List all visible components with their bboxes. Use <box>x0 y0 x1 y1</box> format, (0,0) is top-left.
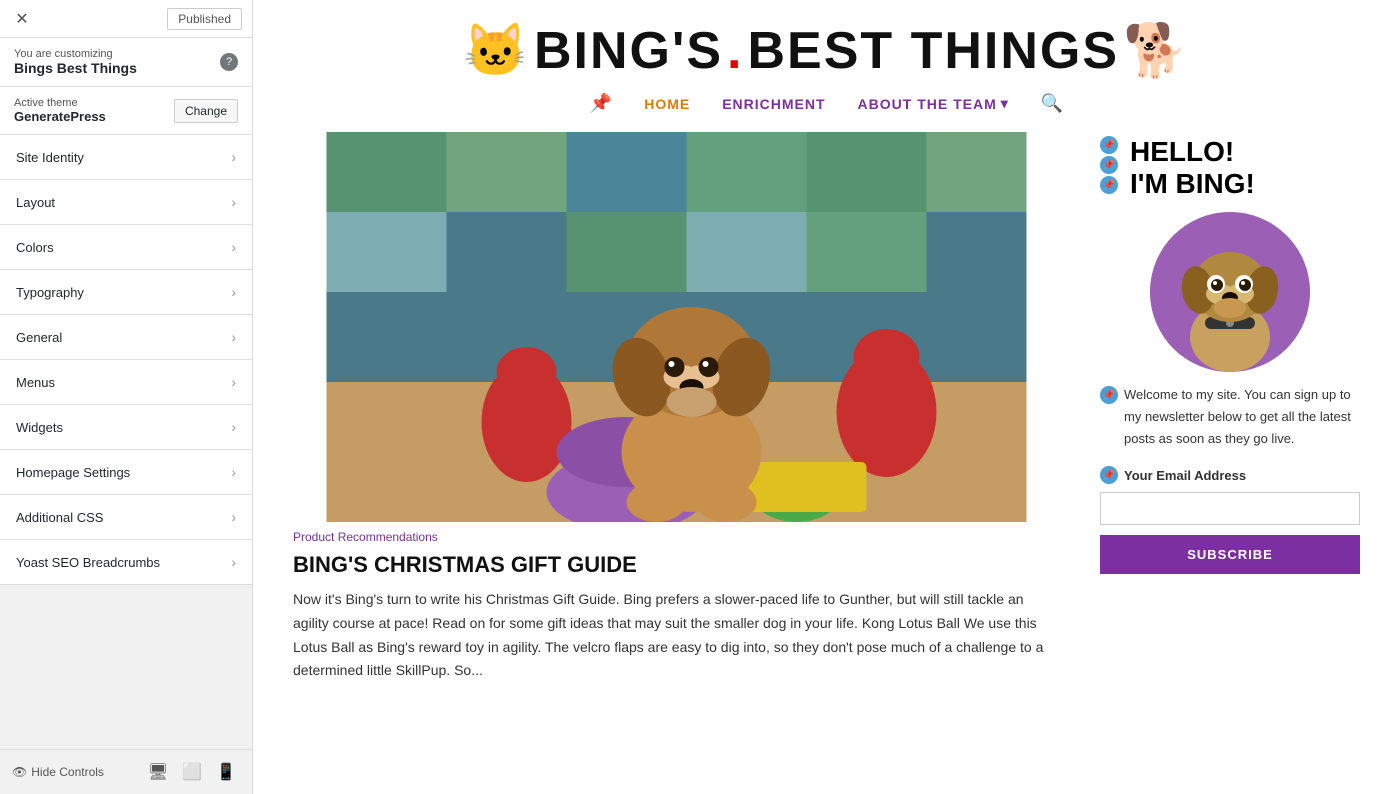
close-button[interactable]: ✕ <box>10 7 34 31</box>
menu-item-label: Homepage Settings <box>16 465 130 480</box>
bing-avatar-svg <box>1150 212 1310 372</box>
menu-item-label: Additional CSS <box>16 510 103 525</box>
customizing-info: You are customizing Bings Best Things <box>14 48 137 76</box>
customizer-panel: ✕ Published You are customizing Bings Be… <box>0 0 253 794</box>
menu-item-label: Colors <box>16 240 54 255</box>
menu-item-general[interactable]: General › <box>0 315 252 360</box>
email-pin-icon: 📌 <box>1100 466 1118 484</box>
hello-line2: I'M BING! <box>1130 168 1255 200</box>
site-logo: 🐱 BING'S.BEST THINGS 🐕 <box>463 20 1190 81</box>
customizing-section: You are customizing Bings Best Things ? <box>0 38 252 87</box>
logo-text-2: BEST THINGS <box>747 21 1119 81</box>
published-badge: Published <box>167 8 242 30</box>
nav-home-link[interactable]: HOME <box>644 96 690 112</box>
sidebar-pin-2: 📌 <box>1100 156 1118 174</box>
logo-cat-emoji: 🐱 <box>463 20 530 81</box>
chevron-right-icon: › <box>231 149 236 165</box>
email-label-text: Your Email Address <box>1124 468 1246 483</box>
chevron-right-icon: › <box>231 554 236 570</box>
nav-about-text: ABOUT THE TEAM <box>858 96 997 112</box>
sidebar-pin-icons: 📌 📌 📌 <box>1100 136 1118 194</box>
sidebar-pin-3: 📌 <box>1100 176 1118 194</box>
email-label: 📌 Your Email Address <box>1100 466 1360 484</box>
article-photo-svg <box>293 132 1060 522</box>
welcome-pin-icon: 📌 <box>1100 386 1118 404</box>
panel-footer: 👁 Hide Controls 🖥 ⬜ 📱 <box>0 749 252 794</box>
menu-item-label: Site Identity <box>16 150 84 165</box>
main-article: Product Recommendations BING'S CHRISTMAS… <box>293 132 1100 683</box>
menu-item-label: Layout <box>16 195 55 210</box>
article-title: BING'S CHRISTMAS GIFT GUIDE <box>293 552 1060 578</box>
menu-item-label: Widgets <box>16 420 63 435</box>
email-input[interactable] <box>1100 492 1360 525</box>
bing-avatar <box>1150 212 1310 372</box>
chevron-right-icon: › <box>231 329 236 345</box>
help-icon[interactable]: ? <box>220 53 238 71</box>
nav-about-link[interactable]: ABOUT THE TEAM ▾ <box>858 95 1009 112</box>
article-image <box>293 132 1060 522</box>
logo-dot: . <box>727 21 743 81</box>
sidebar-hello-text: HELLO! I'M BING! <box>1130 136 1255 200</box>
nav-enrichment-link[interactable]: ENRICHMENT <box>722 96 825 112</box>
menu-item-homepage-settings[interactable]: Homepage Settings › <box>0 450 252 495</box>
panel-header: ✕ Published <box>0 0 252 38</box>
menu-item-label: Menus <box>16 375 55 390</box>
chevron-down-icon: ▾ <box>1001 95 1009 112</box>
chevron-right-icon: › <box>231 509 236 525</box>
logo-text-1: BING'S <box>534 21 723 81</box>
page-body: Product Recommendations BING'S CHRISTMAS… <box>253 132 1400 683</box>
article-category[interactable]: Product Recommendations <box>293 530 1060 544</box>
chevron-right-icon: › <box>231 419 236 435</box>
subscribe-button[interactable]: SUBSCRIBE <box>1100 535 1360 574</box>
hide-controls-label: Hide Controls <box>31 765 104 779</box>
email-signup-section: 📌 Your Email Address SUBSCRIBE <box>1100 466 1360 574</box>
sidebar: 📌 📌 📌 HELLO! I'M BING! <box>1100 132 1360 683</box>
menu-item-widgets[interactable]: Widgets › <box>0 405 252 450</box>
device-icons: 🖥 ⬜ 📱 <box>144 758 240 786</box>
mobile-icon[interactable]: 📱 <box>212 758 240 786</box>
customizing-site: Bings Best Things <box>14 60 137 76</box>
article-body-text: Now it's Bing's turn to write his Christ… <box>293 588 1060 683</box>
menu-item-site-identity[interactable]: Site Identity › <box>0 135 252 180</box>
theme-section: Active theme GeneratePress Change <box>0 87 252 135</box>
chevron-right-icon: › <box>231 239 236 255</box>
sidebar-welcome: 📌 Welcome to my site. You can sign up to… <box>1100 384 1360 450</box>
menu-item-label: General <box>16 330 62 345</box>
customizing-label: You are customizing <box>14 48 137 60</box>
hide-controls-button[interactable]: 👁 Hide Controls <box>12 765 104 779</box>
chevron-right-icon: › <box>231 284 236 300</box>
hello-line1: HELLO! <box>1130 136 1255 168</box>
logo-dog-emoji: 🐕 <box>1123 20 1190 81</box>
chevron-right-icon: › <box>231 464 236 480</box>
nav-pin-icon: 📌 <box>590 93 612 114</box>
menu-items-list: Site Identity›Layout›Colors›Typography›G… <box>0 135 252 749</box>
website-preview: 🐱 BING'S.BEST THINGS 🐕 📌 HOME ENRICHMENT… <box>253 0 1400 794</box>
menu-item-label: Yoast SEO Breadcrumbs <box>16 555 160 570</box>
change-theme-button[interactable]: Change <box>174 99 238 123</box>
menu-item-yoast-seo[interactable]: Yoast SEO Breadcrumbs › <box>0 540 252 585</box>
theme-label: Active theme <box>14 97 106 109</box>
menu-item-typography[interactable]: Typography › <box>0 270 252 315</box>
menu-item-menus[interactable]: Menus › <box>0 360 252 405</box>
menu-item-label: Typography <box>16 285 84 300</box>
chevron-right-icon: › <box>231 374 236 390</box>
theme-name: GeneratePress <box>14 109 106 124</box>
menu-item-additional-css[interactable]: Additional CSS › <box>0 495 252 540</box>
sidebar-welcome-text: Welcome to my site. You can sign up to m… <box>1124 384 1360 450</box>
theme-info: Active theme GeneratePress <box>14 97 106 124</box>
sidebar-hello-section: 📌 📌 📌 HELLO! I'M BING! <box>1100 136 1360 200</box>
main-nav: 📌 HOME ENRICHMENT ABOUT THE TEAM ▾ 🔍 <box>590 85 1063 122</box>
site-header: 🐱 BING'S.BEST THINGS 🐕 📌 HOME ENRICHMENT… <box>253 0 1400 132</box>
chevron-right-icon: › <box>231 194 236 210</box>
menu-item-colors[interactable]: Colors › <box>0 225 252 270</box>
sidebar-pin-1: 📌 <box>1100 136 1118 154</box>
menu-item-layout[interactable]: Layout › <box>0 180 252 225</box>
eye-icon: 👁 <box>12 765 27 779</box>
desktop-icon[interactable]: 🖥 <box>144 758 172 786</box>
tablet-icon[interactable]: ⬜ <box>178 758 206 786</box>
nav-search-icon[interactable]: 🔍 <box>1041 93 1063 114</box>
